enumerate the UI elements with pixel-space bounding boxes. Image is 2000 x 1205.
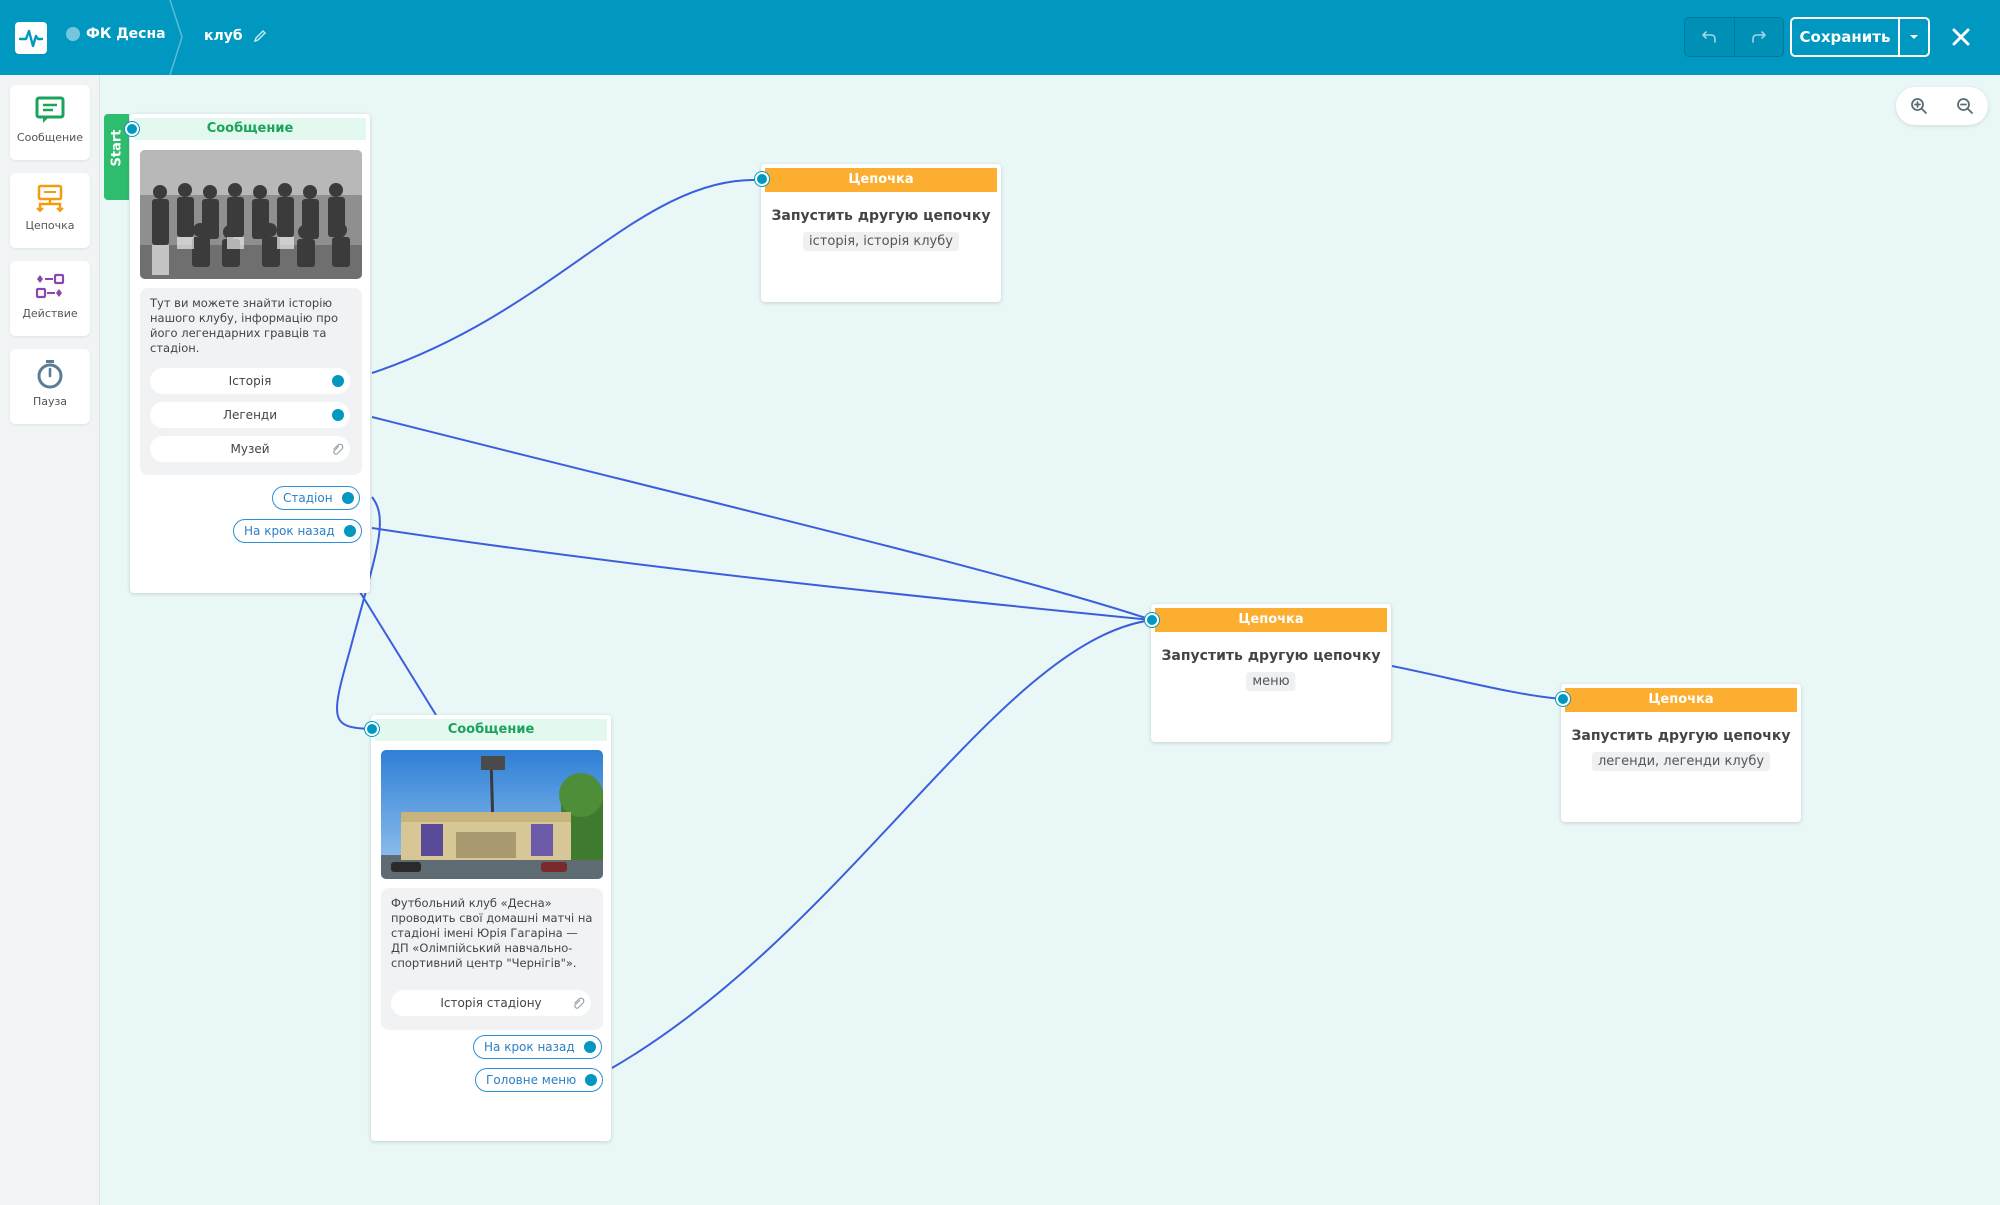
button-stadium-history-label: Історія стадіону xyxy=(440,996,542,1010)
message-bubble: Футбольний клуб «Десна» проводить свої д… xyxy=(381,888,603,1030)
quick-reply-back-label: На крок назад xyxy=(484,1040,575,1054)
start-label: Start xyxy=(109,129,125,167)
connector-message-to-message-2 xyxy=(359,591,437,716)
quick-reply-port[interactable] xyxy=(343,525,356,537)
chain-node-menu[interactable]: Цепочка Запустить другую цепочку меню xyxy=(1151,604,1391,742)
message-node-club[interactable]: Сообщение Тут ви можете знайти історію н… xyxy=(130,114,370,593)
button-museum-label: Музей xyxy=(230,442,270,456)
quick-reply-port[interactable] xyxy=(583,1041,596,1053)
input-port-message-1[interactable] xyxy=(125,122,139,136)
quick-reply-port[interactable] xyxy=(341,492,354,504)
node-header: Сообщение xyxy=(134,118,366,140)
button-stadium-history[interactable]: Історія стадіону xyxy=(391,990,591,1016)
input-port-chain-2[interactable] xyxy=(1145,613,1159,627)
connector-legends-to-chain-2 xyxy=(371,416,1153,621)
button-legends-label: Легенди xyxy=(222,408,278,422)
input-port-chain-1[interactable] xyxy=(755,172,769,186)
quick-reply-port[interactable] xyxy=(585,1074,598,1086)
message-bubble: Тут ви можете знайти історію нашого клуб… xyxy=(140,288,362,475)
button-history[interactable]: Історія xyxy=(150,368,350,394)
paperclip-icon xyxy=(333,443,344,455)
connector-chain-2-to-chain-3 xyxy=(1391,665,1564,700)
quick-reply-back[interactable]: На крок назад xyxy=(233,519,362,543)
button-museum[interactable]: Музей xyxy=(150,436,350,462)
quick-reply-main-menu[interactable]: Головне меню xyxy=(475,1068,604,1092)
connector-main-menu-to-chain-2 xyxy=(611,619,1153,1069)
quick-reply-stadium[interactable]: Стадіон xyxy=(272,486,360,510)
quick-reply-stadium-label: Стадіон xyxy=(283,491,333,505)
quick-reply-back-label: На крок назад xyxy=(244,524,335,538)
quick-reply-main-menu-label: Головне меню xyxy=(486,1073,577,1087)
node-header: Цепочка xyxy=(765,168,997,192)
chain-title: Запустить другую цепочку xyxy=(1161,648,1381,664)
node-header: Цепочка xyxy=(1155,608,1387,632)
connector-history-to-chain-1 xyxy=(371,178,763,374)
chain-node-history[interactable]: Цепочка Запустить другую цепочку історія… xyxy=(761,164,1001,302)
node-header: Цепочка xyxy=(1565,688,1797,712)
button-legends[interactable]: Легенди xyxy=(150,402,350,428)
input-port-message-2[interactable] xyxy=(365,722,379,736)
message-node-stadium[interactable]: Сообщение Футбольний клуб «Десна» провод… xyxy=(371,715,611,1141)
input-port-chain-3[interactable] xyxy=(1556,692,1570,706)
message-text: Футбольний клуб «Десна» проводить свої д… xyxy=(391,896,593,970)
button-port[interactable] xyxy=(332,375,344,387)
paperclip-icon xyxy=(574,997,585,1009)
chain-title: Запустить другую цепочку xyxy=(1571,728,1791,744)
chain-node-legends[interactable]: Цепочка Запустить другую цепочку легенди… xyxy=(1561,684,1801,822)
chain-tag: історія, історія клубу xyxy=(803,232,959,251)
button-history-label: Історія xyxy=(228,374,272,388)
chain-tag: меню xyxy=(1246,672,1296,691)
node-header: Сообщение xyxy=(375,719,607,741)
quick-reply-back[interactable]: На крок назад xyxy=(473,1035,602,1059)
connector-back-to-chain-2 xyxy=(371,527,1153,621)
button-port[interactable] xyxy=(332,409,344,421)
chain-title: Запустить другую цепочку xyxy=(771,208,991,224)
team-photo xyxy=(140,150,362,279)
message-text: Тут ви можете знайти історію нашого клуб… xyxy=(150,296,338,355)
chain-tag: легенди, легенди клубу xyxy=(1591,752,1771,771)
stadium-photo xyxy=(381,750,603,879)
